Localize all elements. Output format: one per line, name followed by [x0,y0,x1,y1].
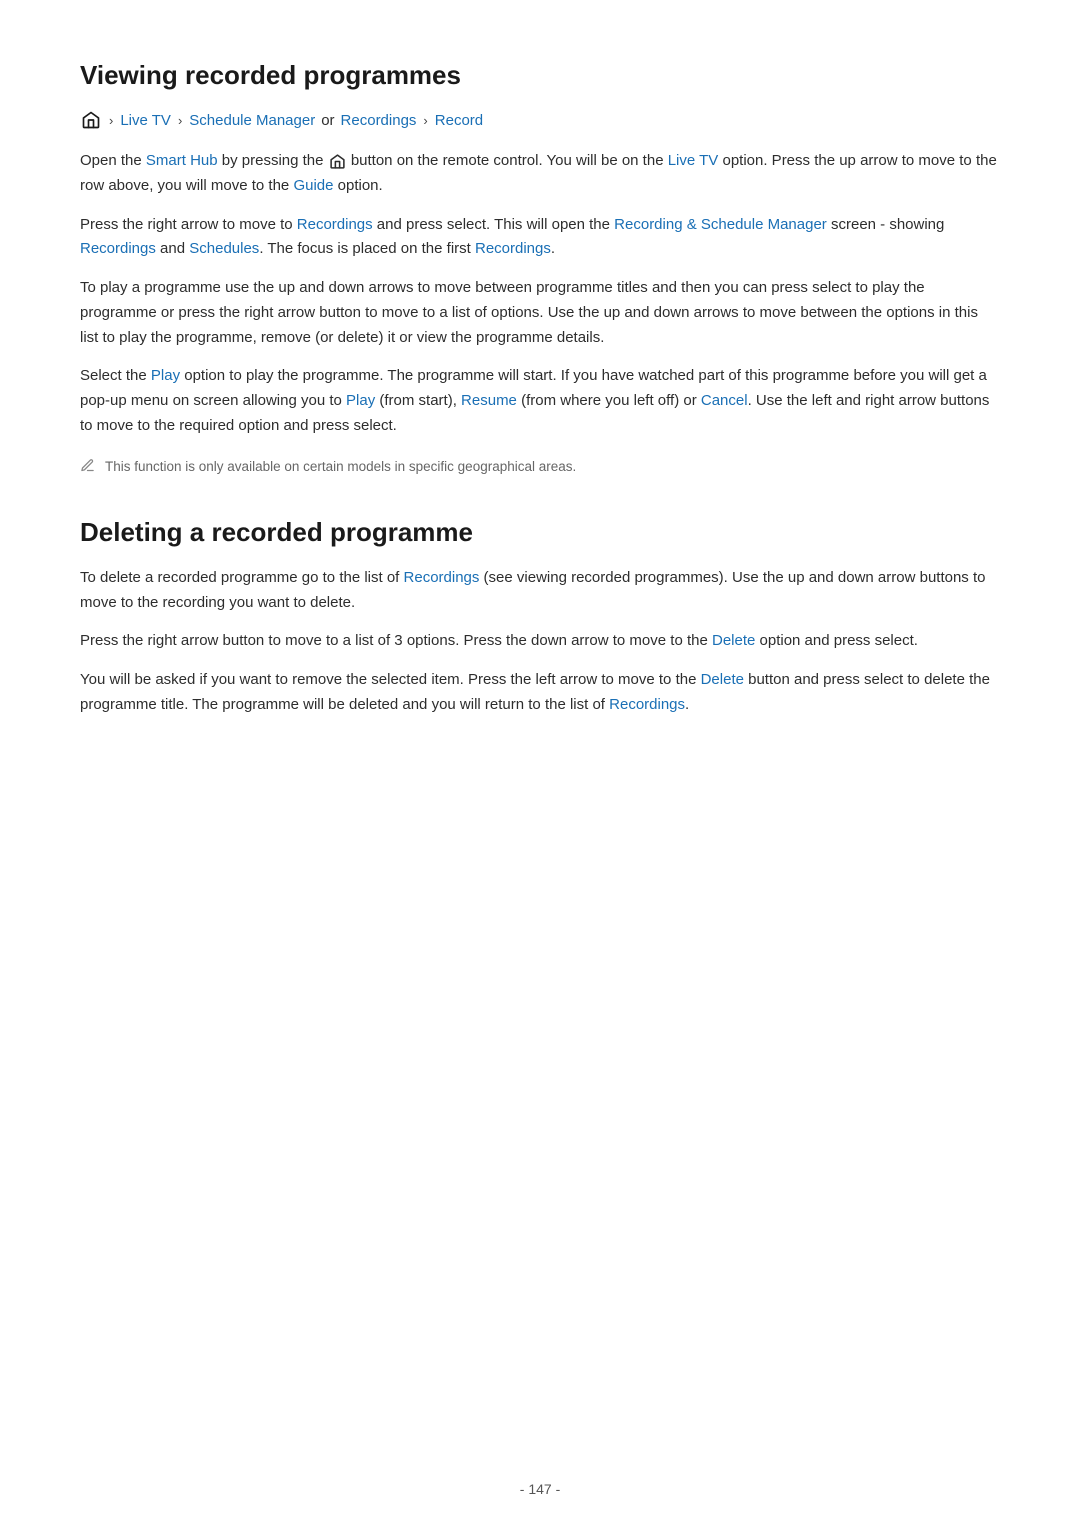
link-smart-hub[interactable]: Smart Hub [146,152,218,169]
breadcrumb-chevron-2: › [178,113,182,128]
link-guide[interactable]: Guide [293,177,333,194]
note-row: This function is only available on certa… [80,457,1000,477]
note-text: This function is only available on certa… [105,457,576,477]
section-title-viewing: Viewing recorded programmes [80,60,1000,91]
link-cancel[interactable]: Cancel [701,392,748,409]
delete-paragraph-2: Press the right arrow button to move to … [80,629,1000,654]
link-schedules[interactable]: Schedules [189,240,259,257]
link-play-p4a[interactable]: Play [151,367,180,384]
link-play-p4b[interactable]: Play [346,392,375,409]
pencil-icon [80,458,95,477]
paragraph-1: Open the Smart Hub by pressing the butto… [80,149,1000,199]
page-number: - 147 - [520,1481,560,1497]
section-title-deleting: Deleting a recorded programme [80,517,1000,548]
link-recordings-dp3[interactable]: Recordings [609,696,685,713]
inline-home-icon [329,153,346,170]
breadcrumb-record[interactable]: Record [435,112,483,129]
paragraph-3: To play a programme use the up and down … [80,276,1000,350]
page-footer: - 147 - [0,1481,1080,1497]
breadcrumb-or-text: or [321,112,334,129]
link-delete-dp3[interactable]: Delete [701,671,744,688]
link-recording-schedule-manager[interactable]: Recording & Schedule Manager [614,216,827,233]
link-recordings-p2a[interactable]: Recordings [297,216,373,233]
breadcrumb-schedule-manager[interactable]: Schedule Manager [189,112,315,129]
link-live-tv-p1[interactable]: Live TV [668,152,719,169]
link-recordings-p2b[interactable]: Recordings [80,240,156,257]
delete-paragraph-1: To delete a recorded programme go to the… [80,566,1000,616]
breadcrumb-chevron-1: › [109,113,113,128]
link-recordings-dp1[interactable]: Recordings [404,569,480,586]
paragraph-4: Select the Play option to play the progr… [80,364,1000,438]
breadcrumb-recordings[interactable]: Recordings [341,112,417,129]
paragraph-2: Press the right arrow to move to Recordi… [80,213,1000,263]
link-delete-dp2[interactable]: Delete [712,632,755,649]
page-container: Viewing recorded programmes › Live TV › … [0,0,1080,812]
breadcrumb-chevron-3: › [423,113,427,128]
link-recordings-p2c[interactable]: Recordings [475,240,551,257]
home-icon[interactable] [80,109,102,131]
breadcrumb: › Live TV › Schedule Manager or Recordin… [80,109,1000,131]
breadcrumb-live-tv[interactable]: Live TV [120,112,171,129]
delete-paragraph-3: You will be asked if you want to remove … [80,668,1000,718]
link-resume[interactable]: Resume [461,392,517,409]
